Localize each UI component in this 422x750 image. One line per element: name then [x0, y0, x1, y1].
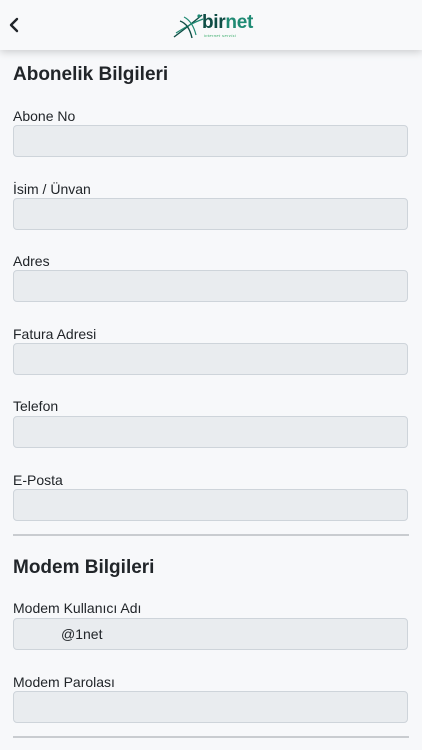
logo-tagline: internet servisi: [204, 33, 237, 38]
modem-password-input[interactable]: [13, 691, 408, 723]
back-button[interactable]: [4, 13, 24, 37]
phone-label: Telefon: [13, 398, 59, 414]
modem-password-label: Modem Parolası: [13, 674, 115, 690]
section-divider-bottom: [13, 736, 409, 738]
chevron-left-icon: [9, 17, 19, 33]
name-title-input[interactable]: [13, 198, 408, 230]
billing-address-input[interactable]: [13, 343, 408, 375]
email-label: E-Posta: [13, 472, 63, 488]
birnet-logo: birnet internet servisi: [172, 9, 262, 41]
app-header: birnet internet servisi: [0, 0, 422, 50]
section-divider: [13, 534, 409, 536]
subscriber-no-label: Abone No: [13, 108, 76, 124]
modem-username-label: Modem Kullanıcı Adı: [13, 600, 142, 616]
logo-swoosh-icon: [173, 14, 204, 39]
subscriber-no-input[interactable]: [13, 125, 408, 157]
email-input[interactable]: [13, 489, 408, 521]
phone-input[interactable]: [13, 416, 408, 448]
modem-username-input[interactable]: [13, 618, 408, 650]
logo-part-net: net: [225, 12, 253, 33]
logo-part-bir: bir: [202, 12, 226, 33]
address-label: Adres: [13, 253, 50, 269]
modem-section-title: Modem Bilgileri: [13, 557, 155, 578]
address-input[interactable]: [13, 270, 408, 302]
name-title-label: İsim / Ünvan: [13, 181, 91, 197]
subscription-section-title: Abonelik Bilgileri: [13, 64, 169, 85]
logo-wordmark: birnet: [202, 12, 253, 34]
billing-address-label: Fatura Adresi: [13, 326, 97, 342]
